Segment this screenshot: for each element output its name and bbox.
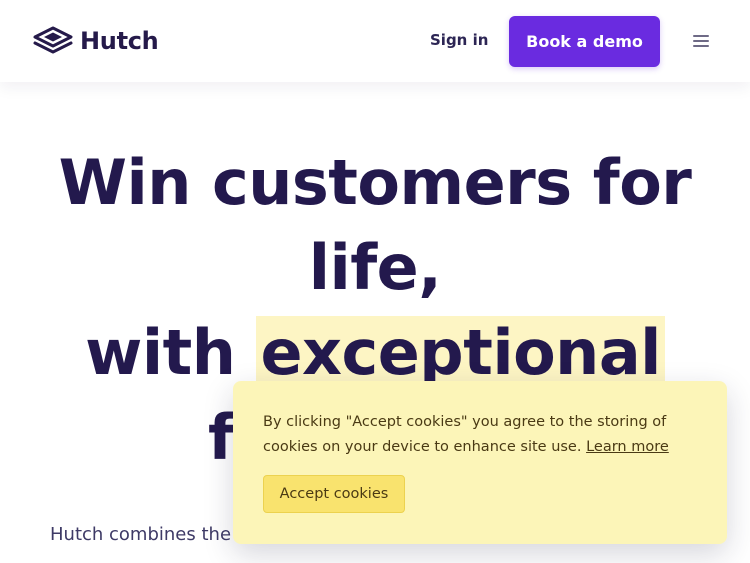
menu-bar — [693, 35, 709, 37]
cookie-message: By clicking "Accept cookies" you agree t… — [263, 410, 703, 460]
logo-text: Hutch — [80, 27, 159, 55]
accept-cookies-button[interactable]: Accept cookies — [263, 475, 405, 513]
hero-line-2: life, — [308, 231, 442, 304]
page: Hutch Sign in Book a demo Win customers … — [0, 0, 750, 563]
learn-more-link[interactable]: Learn more — [586, 439, 669, 455]
hamburger-menu-icon[interactable] — [689, 31, 713, 51]
menu-bar — [693, 45, 709, 47]
hero-line-1: Win customers for — [58, 146, 692, 219]
hutch-logo-icon — [33, 26, 73, 54]
hutch-logo[interactable]: Hutch — [32, 25, 159, 57]
hero-line-3-prefix: with — [85, 316, 257, 389]
site-header: Hutch Sign in Book a demo — [0, 0, 750, 82]
hero-highlight-word: exceptional — [256, 316, 665, 389]
menu-bar — [693, 40, 709, 42]
sign-in-link[interactable]: Sign in — [430, 31, 488, 49]
book-demo-button[interactable]: Book a demo — [509, 16, 660, 67]
cookie-banner: By clicking "Accept cookies" you agree t… — [233, 381, 727, 544]
